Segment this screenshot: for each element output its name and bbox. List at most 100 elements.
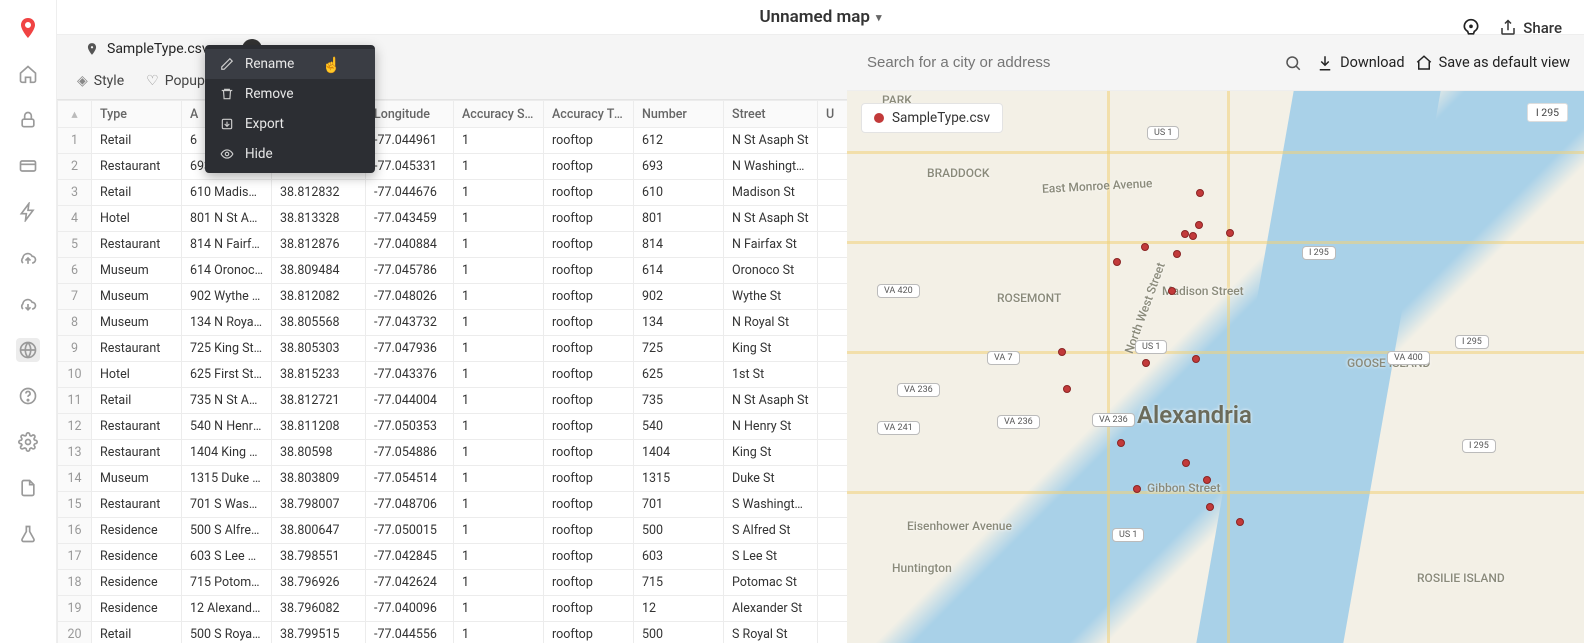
flask-icon[interactable] xyxy=(16,522,40,546)
table-cell: 134 xyxy=(634,310,724,336)
table-row[interactable]: 5Restaurant814 N Fairfa...38.812876-77.0… xyxy=(58,232,848,258)
table-cell: -77.045331 xyxy=(366,154,454,180)
table-row[interactable]: 16Residence500 S Alfred ...38.800647-77.… xyxy=(58,518,848,544)
column-header[interactable]: Longitude xyxy=(366,101,454,128)
table-row[interactable]: 9Restaurant725 King St, ...38.805303-77.… xyxy=(58,336,848,362)
table-row[interactable]: 11Retail735 N St Asa...38.812721-77.0440… xyxy=(58,388,848,414)
table-cell: 1 xyxy=(454,414,544,440)
column-header[interactable]: Accuracy Type xyxy=(544,101,634,128)
table-cell: Madison St xyxy=(724,180,818,206)
context-hide[interactable]: Hide xyxy=(205,139,375,169)
table-row[interactable]: 12Restaurant540 N Henry ...38.811208-77.… xyxy=(58,414,848,440)
table-cell: N Henry St xyxy=(724,414,818,440)
map-point[interactable] xyxy=(1203,476,1211,484)
table-cell: 902 Wythe S... xyxy=(182,284,272,310)
context-remove[interactable]: Remove xyxy=(205,79,375,109)
data-table[interactable]: ▴TypeALLongitudeAccuracy Sco...Accuracy … xyxy=(57,99,847,643)
card-icon[interactable] xyxy=(16,154,40,178)
globe-icon[interactable] xyxy=(16,338,40,362)
home-icon[interactable] xyxy=(16,62,40,86)
bolt-icon[interactable] xyxy=(16,200,40,224)
table-cell: rooftop xyxy=(544,570,634,596)
table-row[interactable]: 15Restaurant701 S Washi...38.798007-77.0… xyxy=(58,492,848,518)
map-point[interactable] xyxy=(1189,232,1197,240)
map-point[interactable] xyxy=(1113,258,1121,266)
hwy-shield: I 295 xyxy=(1462,439,1496,453)
map-point[interactable] xyxy=(1236,518,1244,526)
table-row[interactable]: 13Restaurant1404 King St,...38.80598-77.… xyxy=(58,440,848,466)
save-view-button[interactable]: Save as default view xyxy=(1415,54,1570,72)
table-cell: Restaurant xyxy=(92,414,182,440)
map-search[interactable] xyxy=(861,46,1306,79)
table-cell: 20 xyxy=(58,622,92,643)
settings-gear-icon[interactable] xyxy=(16,430,40,454)
tab-style[interactable]: ◈ Style xyxy=(77,73,124,89)
map-canvas[interactable]: Alexandria BRADDOCK ROSEMONT Huntington … xyxy=(847,91,1584,643)
table-cell: 735 xyxy=(634,388,724,414)
search-input[interactable] xyxy=(861,46,1280,79)
map-point[interactable] xyxy=(1063,385,1071,393)
table-row[interactable]: 8Museum134 N Royal ...38.805568-77.04373… xyxy=(58,310,848,336)
table-cell: 1315 Duke S... xyxy=(182,466,272,492)
table-row[interactable]: 14Museum1315 Duke S...38.803809-77.05451… xyxy=(58,466,848,492)
map-area-label: BRADDOCK xyxy=(927,166,989,180)
file-icon[interactable] xyxy=(16,476,40,500)
hwy-shield: US 1 xyxy=(1112,528,1144,542)
map-road xyxy=(1107,91,1110,643)
table-cell: 814 N Fairfa... xyxy=(182,232,272,258)
table-row[interactable]: 2Restaurant693 N Washi...38.811654-77.04… xyxy=(58,154,848,180)
table-row[interactable]: 10Hotel625 First St, ...38.815233-77.043… xyxy=(58,362,848,388)
download-button[interactable]: Download xyxy=(1316,54,1405,72)
map-road xyxy=(847,351,1584,354)
pin-icon xyxy=(85,42,99,56)
context-rename[interactable]: Rename xyxy=(205,49,375,79)
map-point[interactable] xyxy=(1133,485,1141,493)
download-cloud-icon[interactable] xyxy=(16,292,40,316)
table-row[interactable]: 7Museum902 Wythe S...38.812082-77.048026… xyxy=(58,284,848,310)
map-point[interactable] xyxy=(1141,243,1149,251)
table-cell: 38.798007 xyxy=(272,492,366,518)
column-header[interactable]: Number xyxy=(634,101,724,128)
table-cell: S Lee St xyxy=(724,544,818,570)
table-cell xyxy=(818,180,848,206)
context-remove-label: Remove xyxy=(245,86,294,102)
search-icon[interactable] xyxy=(1280,50,1306,76)
table-cell: 1 xyxy=(454,466,544,492)
table-cell: Restaurant xyxy=(92,232,182,258)
table-row[interactable]: 6Museum614 Oronoco...38.809484-77.045786… xyxy=(58,258,848,284)
map-point[interactable] xyxy=(1192,355,1200,363)
upload-cloud-icon[interactable] xyxy=(16,246,40,270)
app-logo-icon[interactable] xyxy=(16,16,40,40)
table-row[interactable]: 20Retail500 S Royal S...38.799515-77.044… xyxy=(58,622,848,643)
column-header[interactable]: Type xyxy=(92,101,182,128)
table-cell: King St xyxy=(724,336,818,362)
table-cell: 1 xyxy=(454,206,544,232)
table-row[interactable]: 1Retail68-77.0449611rooftop612N St Asaph… xyxy=(58,128,848,154)
table-row[interactable]: 17Residence603 S Lee St, ...38.798551-77… xyxy=(58,544,848,570)
map-title[interactable]: Unnamed map ▾ xyxy=(760,7,882,27)
table-cell: 12 xyxy=(634,596,724,622)
table-cell: S Royal St xyxy=(724,622,818,643)
table-cell: -77.054886 xyxy=(366,440,454,466)
layer-selector[interactable]: SampleType.csv ▾ + xyxy=(57,35,847,63)
table-row[interactable]: 4Hotel801 N St Asa...38.813328-77.043459… xyxy=(58,206,848,232)
column-header[interactable]: Street xyxy=(724,101,818,128)
help-circle-icon[interactable] xyxy=(16,384,40,408)
table-cell: 540 xyxy=(634,414,724,440)
map-point[interactable] xyxy=(1181,230,1189,238)
lock-icon[interactable] xyxy=(16,108,40,132)
table-cell: 9 xyxy=(58,336,92,362)
table-row[interactable]: 18Residence715 Potomac...38.796926-77.04… xyxy=(58,570,848,596)
column-header[interactable]: ▴ xyxy=(58,101,92,128)
table-cell: 38.813328 xyxy=(272,206,366,232)
tab-popups[interactable]: ♡ Popup xyxy=(146,73,205,89)
column-header[interactable]: U xyxy=(818,101,848,128)
context-export[interactable]: Export xyxy=(205,109,375,139)
table-row[interactable]: 3Retail610 Madison...38.812832-77.044676… xyxy=(58,180,848,206)
table-cell: S Alfred St xyxy=(724,518,818,544)
table-cell: Alexander St xyxy=(724,596,818,622)
table-row[interactable]: 19Residence12 Alexander...38.796082-77.0… xyxy=(58,596,848,622)
table-cell: -77.045786 xyxy=(366,258,454,284)
column-header[interactable]: Accuracy Sco... xyxy=(454,101,544,128)
table-cell: N Washingto... xyxy=(724,154,818,180)
